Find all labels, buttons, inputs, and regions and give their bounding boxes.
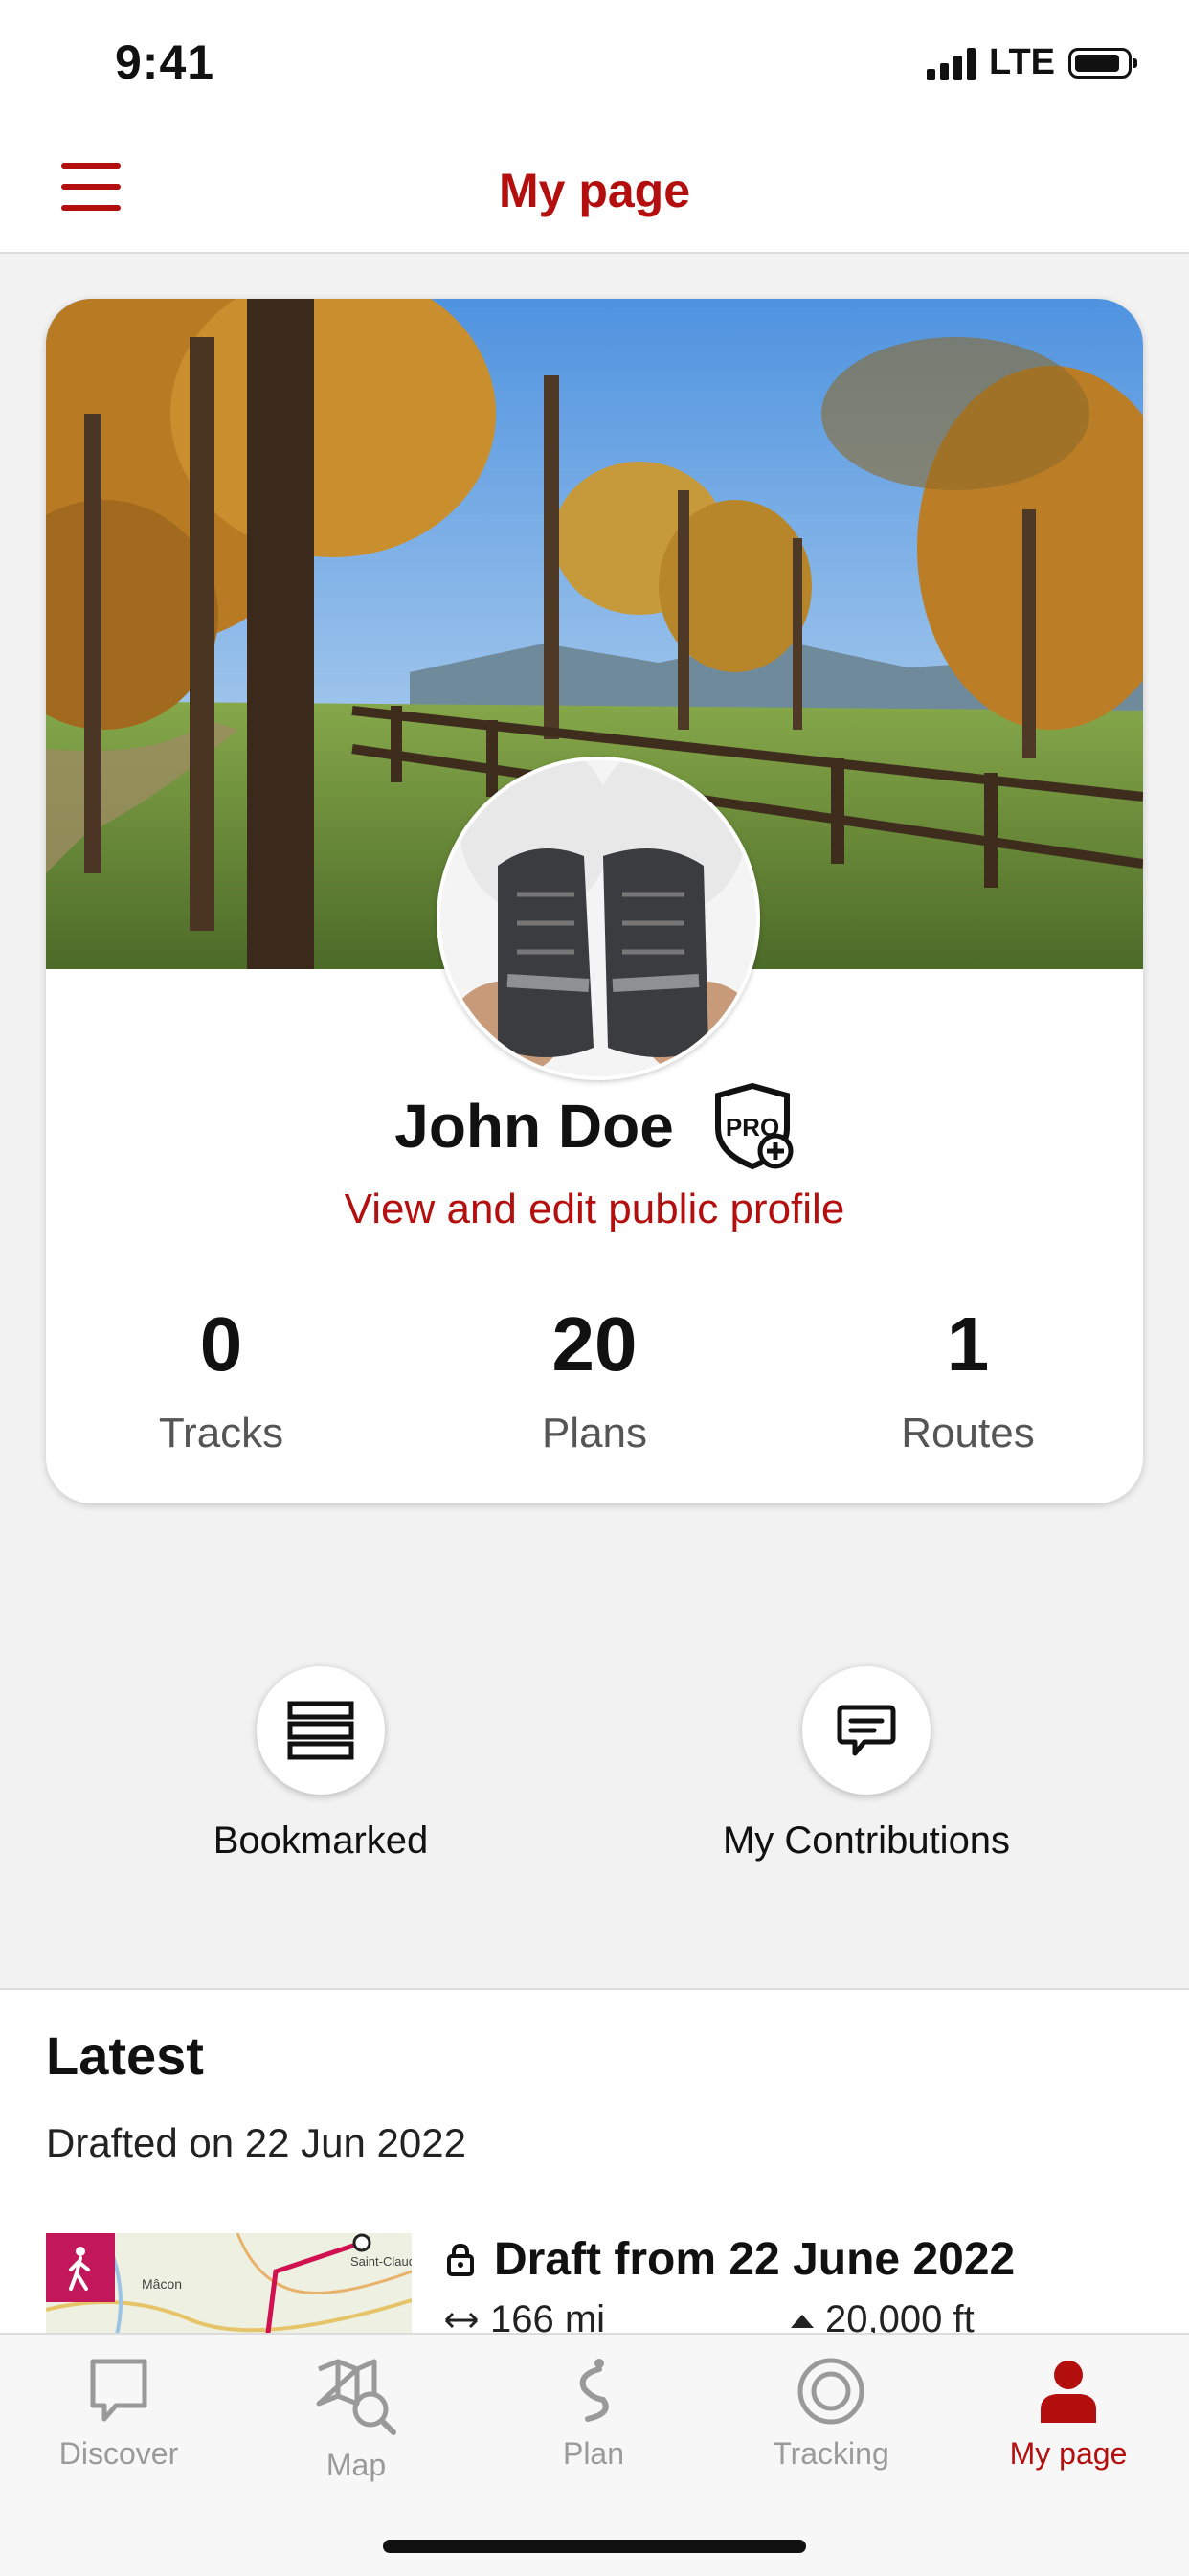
quick-actions: Bookmarked My Contributions: [0, 1666, 1189, 1867]
avatar[interactable]: [437, 757, 760, 1080]
stat-tracks[interactable]: 0 Tracks: [46, 1306, 408, 1457]
action-label: My Contributions: [722, 1819, 1011, 1862]
stat-label: Tracks: [158, 1410, 284, 1457]
tab-tracking[interactable]: Tracking: [712, 2356, 950, 2472]
network-label: LTE: [989, 42, 1055, 82]
elevation-up-icon: [791, 2314, 814, 2328]
tab-my-page[interactable]: My page: [950, 2356, 1187, 2472]
tab-label: My page: [1009, 2436, 1128, 2471]
latest-section: Latest Drafted on 22 Jun 2022 Mâcon Sain…: [0, 1988, 1189, 2348]
comment-icon: [802, 1666, 931, 1795]
distance-arrows-icon: [444, 2312, 479, 2328]
tab-map[interactable]: Map: [237, 2356, 475, 2483]
stat-value: 0: [199, 1301, 243, 1387]
signal-icon: [927, 46, 976, 80]
avatar-image: [440, 760, 756, 1076]
tab-label: Map: [325, 2448, 387, 2482]
bookmarked-button[interactable]: Bookmarked: [211, 1666, 431, 1863]
user-name: John Doe: [394, 1092, 674, 1161]
status-bar: 9:41 LTE: [0, 0, 1189, 124]
page-title: My page: [498, 164, 691, 217]
tab-label: Discover: [58, 2436, 179, 2471]
pro-plus-badge-icon: PRO: [714, 1082, 794, 1170]
tab-plan[interactable]: Plan: [475, 2356, 712, 2472]
plan-icon: [579, 2359, 609, 2422]
section-title: Latest: [46, 2025, 204, 2086]
profile-name-row: John Doe PRO: [46, 1082, 1143, 1170]
user-icon: [1041, 2361, 1096, 2423]
stat-routes[interactable]: 1 Routes: [781, 1306, 1143, 1457]
action-label: Bookmarked: [213, 1819, 429, 1862]
discover-icon: [90, 2359, 147, 2422]
stat-label: Plans: [541, 1410, 648, 1457]
map-label: Mâcon: [142, 2276, 182, 2292]
stat-value: 20: [551, 1301, 638, 1387]
profile-stats: 0 Tracks 20 Plans 1 Routes: [46, 1306, 1143, 1457]
map-label: Saint-Claude: [350, 2254, 412, 2269]
tab-label: Plan: [562, 2436, 625, 2471]
status-time: 9:41: [115, 35, 215, 89]
edit-profile-link[interactable]: View and edit public profile: [46, 1186, 1143, 1233]
profile-card: John Doe PRO View and edit public profil…: [46, 299, 1143, 1503]
lock-icon: [447, 2243, 474, 2276]
status-indicators: LTE: [927, 42, 1137, 83]
map-icon: [316, 2359, 396, 2435]
stat-plans[interactable]: 20 Plans: [408, 1306, 781, 1457]
tab-label: Tracking: [773, 2436, 889, 2471]
stat-label: Routes: [901, 1410, 1035, 1457]
bookmark-list-icon: [257, 1666, 385, 1795]
section-subtitle: Drafted on 22 Jun 2022: [46, 2120, 466, 2165]
hiking-icon: [46, 2233, 115, 2302]
my-contributions-button[interactable]: My Contributions: [708, 1666, 1024, 1863]
stat-value: 1: [946, 1301, 990, 1387]
tracking-icon: [797, 2358, 864, 2425]
draft-title: Draft from 22 June 2022: [494, 2234, 1016, 2285]
app-header: My page: [0, 124, 1189, 254]
draft-title-row[interactable]: Draft from 22 June 2022: [446, 2233, 1015, 2286]
battery-icon: [1068, 47, 1137, 79]
tab-discover[interactable]: Discover: [0, 2356, 237, 2472]
home-indicator: [383, 2540, 806, 2553]
route-map-thumbnail[interactable]: Mâcon Saint-Claude: [46, 2233, 412, 2348]
